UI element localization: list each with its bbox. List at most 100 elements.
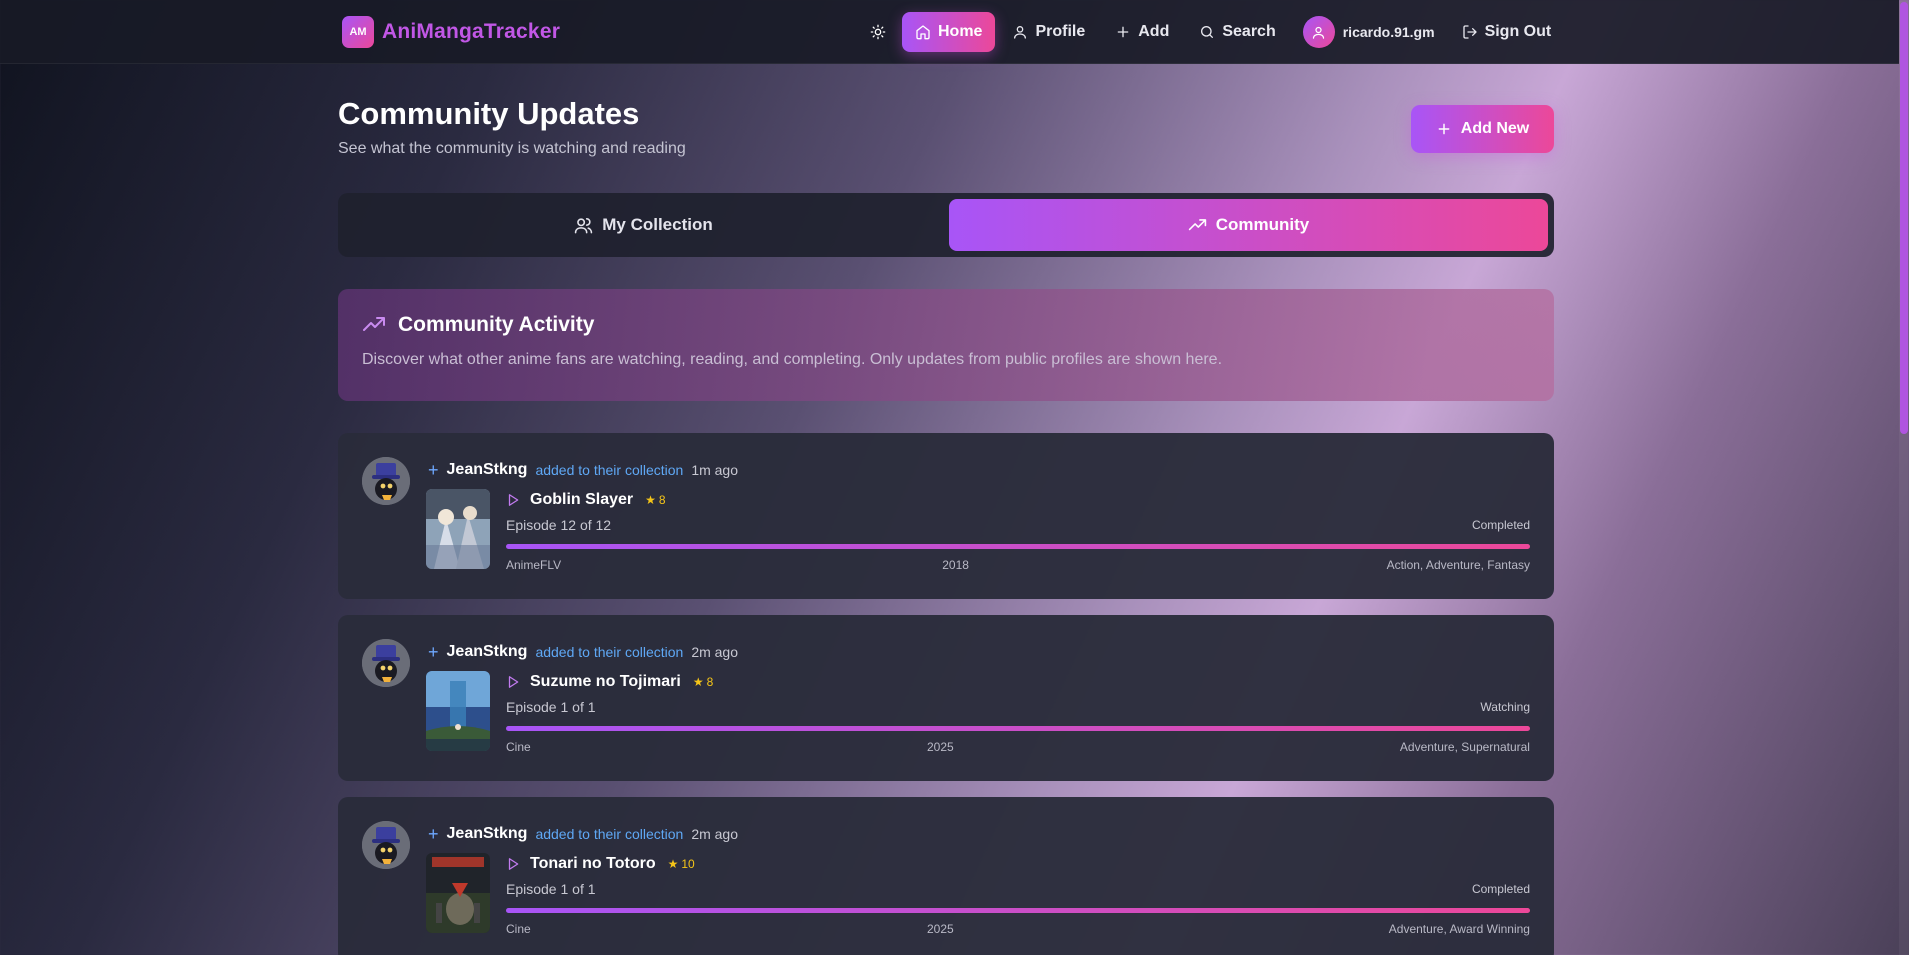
genres: Adventure, Supernatural [1399, 740, 1530, 754]
rating: ★ 8 [645, 493, 665, 507]
avatar-character-icon [362, 457, 410, 505]
status-badge: Watching [1480, 700, 1530, 714]
update-time: 1m ago [691, 462, 739, 478]
nav-add-button[interactable]: Add [1102, 12, 1182, 52]
users-icon [575, 217, 593, 233]
plus-icon: + [428, 824, 439, 844]
progress-fill [506, 726, 1530, 731]
view-tabs: My Collection Community [338, 193, 1554, 257]
activity-title: Community Activity [398, 313, 595, 336]
star-icon: ★ [667, 857, 679, 871]
sign-out-button[interactable]: Sign Out [1449, 12, 1565, 52]
sign-out-label: Sign Out [1484, 23, 1552, 40]
theme-toggle-button[interactable] [858, 12, 898, 52]
sun-icon [870, 24, 886, 40]
user-menu[interactable]: ricardo.91.gm [1293, 16, 1445, 48]
brand-name: AniMangaTracker [382, 20, 561, 43]
update-time: 2m ago [691, 644, 739, 660]
genres: Action, Adventure, Fantasy [1386, 558, 1530, 572]
plus-icon: + [428, 460, 439, 480]
star-icon: ★ [692, 675, 704, 689]
play-icon [508, 494, 519, 506]
plus-icon: + [428, 642, 439, 662]
user-avatar[interactable] [362, 639, 410, 687]
tab-my-collection-label: My Collection [602, 215, 713, 234]
nav-search-button[interactable]: Search [1186, 12, 1288, 52]
update-card: + JeanStkng added to their collection 2m… [338, 797, 1554, 955]
poster-image[interactable] [426, 489, 490, 569]
scrollbar-thumb[interactable] [1900, 2, 1908, 434]
update-username[interactable]: JeanStkng [447, 461, 528, 479]
episode-progress-text: Episode 1 of 1 [506, 881, 596, 897]
update-action: added to their collection [535, 462, 684, 478]
source: Cine [506, 922, 531, 936]
nav-search-label: Search [1222, 23, 1276, 40]
update-action: added to their collection [535, 644, 684, 660]
media-title[interactable]: Goblin Slayer [530, 491, 633, 509]
nav-profile-label: Profile [1035, 23, 1086, 40]
trending-up-icon [1188, 218, 1206, 230]
media-title[interactable]: Tonari no Totoro [530, 855, 656, 873]
avatar-character-icon [362, 639, 410, 687]
nav-profile-button[interactable]: Profile [999, 12, 1098, 52]
update-username[interactable]: JeanStkng [447, 825, 528, 843]
progress-bar [506, 544, 1530, 549]
year: 2025 [926, 922, 954, 936]
tab-my-collection[interactable]: My Collection [344, 199, 943, 251]
poster-image[interactable] [426, 671, 490, 751]
play-icon [508, 858, 519, 870]
page-scrollbar[interactable] [1899, 0, 1909, 955]
status-badge: Completed [1471, 882, 1530, 896]
activity-description: Discover what other anime fans are watch… [362, 351, 1223, 368]
user-icon [1313, 26, 1325, 39]
update-action: added to their collection [535, 826, 684, 842]
user-avatar [1302, 16, 1335, 48]
year: 2018 [942, 558, 969, 572]
play-icon [508, 676, 519, 688]
media-title[interactable]: Suzume no Tojimari [530, 673, 681, 691]
user-icon [1014, 26, 1027, 39]
update-card: + JeanStkng added to their collection 1m… [338, 433, 1554, 599]
plus-icon [1117, 26, 1129, 38]
log-out-icon [1462, 25, 1477, 39]
plus-icon [1438, 123, 1450, 135]
tab-community[interactable]: Community [949, 199, 1548, 251]
rating: ★ 8 [693, 675, 713, 689]
nav-home-label: Home [938, 23, 983, 40]
search-icon [1201, 26, 1214, 38]
source: AnimeFLV [506, 558, 562, 572]
top-navbar: AM AniMangaTracker Home Profile Add Sear… [0, 0, 1899, 64]
episode-progress-text: Episode 1 of 1 [506, 699, 596, 715]
avatar-character-icon [362, 821, 410, 869]
page-header: Community Updates See what the community… [338, 96, 1554, 158]
progress-fill [506, 908, 1530, 913]
user-avatar[interactable] [362, 821, 410, 869]
tab-community-label: Community [1215, 215, 1310, 234]
star-icon: ★ [645, 493, 656, 507]
progress-bar [506, 908, 1530, 913]
brand[interactable]: AM AniMangaTracker [342, 16, 560, 48]
rating-value: 8 [658, 493, 666, 507]
rating-value: 10 [681, 857, 695, 871]
progress-fill [506, 544, 1530, 549]
community-activity-banner: Community Activity Discover what other a… [338, 289, 1554, 401]
genres: Adventure, Award Winning [1388, 922, 1530, 936]
user-avatar[interactable] [362, 457, 410, 505]
poster-image[interactable] [426, 853, 490, 933]
add-new-button[interactable]: Add New [1411, 105, 1554, 153]
source: Cine [506, 740, 531, 754]
home-icon [916, 25, 930, 40]
nav-items: Home Profile Add Search ricardo.91.gm Si… [858, 12, 1564, 52]
update-time: 2m ago [691, 826, 739, 842]
nav-home-button[interactable]: Home [902, 12, 996, 52]
progress-bar [506, 726, 1530, 731]
episode-progress-text: Episode 12 of 12 [506, 517, 612, 533]
rating-value: 8 [706, 675, 714, 689]
add-new-label: Add New [1460, 120, 1530, 137]
update-username[interactable]: JeanStkng [447, 643, 528, 661]
page-subtitle: See what the community is watching and r… [338, 140, 686, 157]
username: ricardo.91.gm [1342, 24, 1435, 40]
update-card: + JeanStkng added to their collection 2m… [338, 615, 1554, 781]
status-badge: Completed [1471, 518, 1530, 532]
year: 2025 [926, 740, 954, 754]
